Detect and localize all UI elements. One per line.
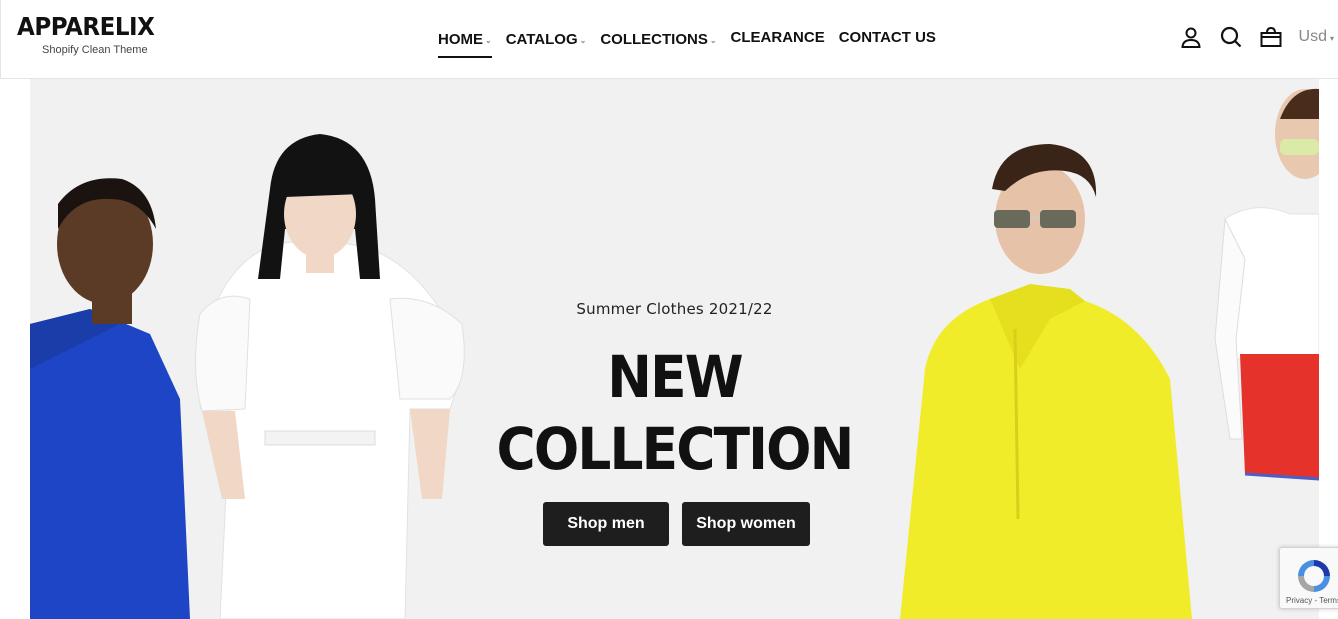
chevron-down-icon: ⌄ <box>485 36 492 45</box>
nav-item-contact[interactable]: CONTACT US <box>839 28 936 53</box>
nav-label-home: HOME <box>438 30 483 48</box>
nav-item-collections[interactable]: COLLECTIONS ⌄ <box>600 28 716 56</box>
chevron-down-icon: ▾ <box>1329 34 1334 43</box>
nav-label-contact: CONTACT US <box>838 29 936 46</box>
hero-buttons: Shop men Shop women <box>543 502 810 546</box>
cart-icon[interactable] <box>1259 25 1283 49</box>
recaptcha-badge[interactable]: Privacy - Terms <box>1279 547 1338 609</box>
site-header: APPARELIX Shopify Clean Theme HOME ⌄ CAT… <box>0 0 1338 79</box>
nav-label-catalog: CATALOG <box>505 30 578 48</box>
nav-label-collections: COLLECTIONS <box>600 30 708 48</box>
shop-women-button[interactable]: Shop women <box>682 502 810 546</box>
currency-selector[interactable]: Usd ▾ <box>1299 28 1334 46</box>
hero-subtitle: Summer Clothes 2021/22 <box>576 300 773 318</box>
header-actions: Usd ▾ <box>1179 25 1338 49</box>
hero-content: Summer Clothes 2021/22 NEW COLLECTION Sh… <box>30 79 1319 619</box>
logo[interactable]: APPARELIX Shopify Clean Theme <box>17 12 166 56</box>
brand-tagline: Shopify Clean Theme <box>42 44 148 56</box>
hero-banner: Summer Clothes 2021/22 NEW COLLECTION Sh… <box>30 79 1319 619</box>
nav-item-home[interactable]: HOME ⌄ <box>438 28 492 58</box>
hero-title-line1: NEW <box>607 343 743 411</box>
main-nav: HOME ⌄ CATALOG ⌄ COLLECTIONS ⌄ CLEARANCE… <box>438 28 950 58</box>
nav-label-clearance: CLEARANCE <box>730 29 825 46</box>
hero-title-line2: COLLECTION <box>496 415 854 483</box>
hero-title: NEW COLLECTION <box>82 341 1268 485</box>
account-icon[interactable] <box>1179 25 1203 49</box>
recaptcha-footer[interactable]: Privacy - Terms <box>1286 596 1338 605</box>
chevron-down-icon: ⌄ <box>709 36 717 45</box>
nav-item-clearance[interactable]: CLEARANCE <box>731 28 825 53</box>
search-icon[interactable] <box>1219 25 1243 49</box>
chevron-down-icon: ⌄ <box>579 36 587 45</box>
nav-item-catalog[interactable]: CATALOG ⌄ <box>506 28 587 56</box>
shop-men-button[interactable]: Shop men <box>543 502 669 546</box>
recaptcha-icon <box>1298 560 1330 592</box>
brand-name: APPARELIX <box>17 12 155 41</box>
currency-value: Usd <box>1298 28 1327 45</box>
